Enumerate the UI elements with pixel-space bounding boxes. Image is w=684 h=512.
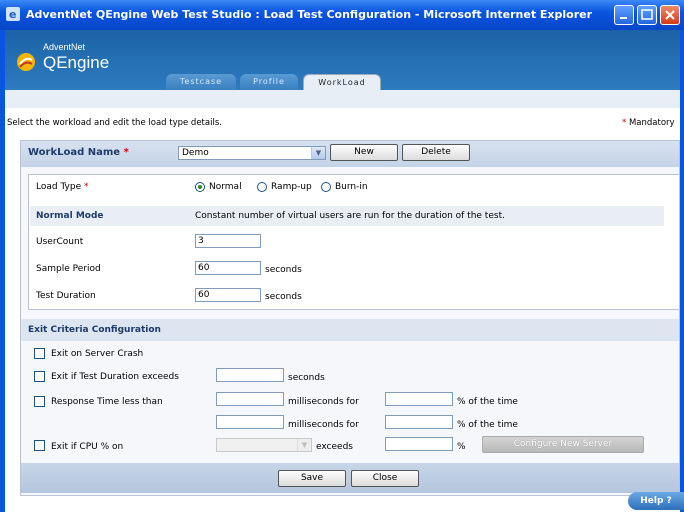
test-duration-label: Test Duration bbox=[36, 291, 96, 301]
response-pct-input-2[interactable] bbox=[385, 415, 453, 429]
user-count-input[interactable]: 3 bbox=[195, 234, 261, 248]
cpu-exceeds-label: exceeds bbox=[316, 442, 353, 452]
window-title-bar: e AdventNet QEngine Web Test Studio : Lo… bbox=[0, 0, 684, 30]
workload-select[interactable]: Demo ▼ bbox=[178, 146, 326, 160]
server-crash-label: Exit on Server Crash bbox=[51, 349, 144, 359]
radio-burn-in[interactable] bbox=[321, 182, 331, 192]
duration-exceeds-unit: seconds bbox=[288, 373, 325, 383]
load-type-section bbox=[28, 174, 680, 310]
workload-name-label: WorkLoad Name * bbox=[28, 147, 129, 158]
cpu-server-select[interactable]: ▼ bbox=[216, 438, 312, 452]
ms-for-label-2: milliseconds for bbox=[288, 420, 359, 430]
maximize-button[interactable] bbox=[637, 5, 657, 25]
close-button[interactable]: Close bbox=[351, 470, 419, 487]
checkbox-response-time[interactable] bbox=[34, 396, 45, 407]
response-ms-input-1[interactable] bbox=[216, 392, 284, 406]
save-button[interactable]: Save bbox=[278, 470, 346, 487]
response-time-label: Response Time less than bbox=[51, 397, 163, 407]
load-type-label: Load Type * bbox=[36, 182, 89, 192]
mode-title: Normal Mode bbox=[36, 211, 104, 221]
maximize-icon bbox=[641, 9, 653, 20]
window-frame-right bbox=[680, 30, 684, 512]
ie-icon: e bbox=[6, 7, 20, 21]
footer-bar bbox=[21, 463, 679, 493]
logo-product: QEngine bbox=[43, 53, 110, 72]
instruction-text: Select the workload and edit the load ty… bbox=[7, 118, 222, 128]
radio-normal[interactable] bbox=[195, 182, 205, 192]
minimize-icon bbox=[620, 17, 627, 19]
response-pct-input-1[interactable] bbox=[385, 392, 453, 406]
duration-exceeds-label: Exit if Test Duration exceeds bbox=[51, 372, 179, 382]
mandatory-note: * Mandatory bbox=[622, 118, 675, 128]
cpu-pct-input[interactable] bbox=[385, 437, 453, 451]
sample-period-input[interactable]: 60 bbox=[195, 261, 261, 275]
duration-exceeds-input[interactable] bbox=[216, 368, 284, 382]
checkbox-duration-exceeds[interactable] bbox=[34, 371, 45, 382]
help-button[interactable]: Help ? bbox=[628, 492, 684, 510]
radio-burn-in-label: Burn-in bbox=[335, 182, 368, 192]
configure-new-server-button[interactable]: Configure New Server bbox=[482, 436, 644, 453]
delete-button[interactable]: Delete bbox=[402, 144, 470, 161]
close-window-button[interactable] bbox=[660, 5, 680, 25]
user-count-label: UserCount bbox=[36, 237, 84, 247]
radio-ramp-up-label: Ramp-up bbox=[271, 182, 312, 192]
pct-time-label-1: % of the time bbox=[457, 397, 518, 407]
tab-profile[interactable]: Profile bbox=[240, 74, 298, 90]
test-duration-unit: seconds bbox=[265, 292, 302, 302]
new-button[interactable]: New bbox=[330, 144, 398, 161]
close-icon bbox=[665, 10, 675, 20]
qengine-logo-icon bbox=[17, 53, 35, 71]
sample-period-label: Sample Period bbox=[36, 264, 101, 274]
chevron-down-icon[interactable]: ▼ bbox=[297, 439, 311, 451]
checkbox-server-crash[interactable] bbox=[34, 348, 45, 359]
cpu-pct-unit: % bbox=[457, 442, 466, 452]
checkbox-cpu[interactable] bbox=[34, 440, 45, 451]
ms-for-label-1: milliseconds for bbox=[288, 397, 359, 407]
chevron-down-icon[interactable]: ▼ bbox=[311, 147, 325, 159]
exit-criteria-title: Exit Criteria Configuration bbox=[28, 325, 161, 335]
test-duration-input[interactable]: 60 bbox=[195, 288, 261, 302]
tab-testcase[interactable]: Testcase bbox=[166, 74, 236, 90]
window-title: AdventNet QEngine Web Test Studio : Load… bbox=[26, 8, 593, 21]
cpu-label: Exit if CPU % on bbox=[51, 442, 124, 452]
pct-time-label-2: % of the time bbox=[457, 420, 518, 430]
logo-company: AdventNet bbox=[43, 42, 86, 52]
svg-text:e: e bbox=[9, 8, 16, 21]
minimize-button[interactable] bbox=[614, 5, 634, 25]
tab-workload[interactable]: WorkLoad bbox=[303, 74, 381, 90]
response-ms-input-2[interactable] bbox=[216, 415, 284, 429]
mode-description: Constant number of virtual users are run… bbox=[195, 211, 505, 221]
tab-strip bbox=[5, 90, 680, 108]
sample-period-unit: seconds bbox=[265, 265, 302, 275]
radio-ramp-up[interactable] bbox=[257, 182, 267, 192]
radio-normal-label: Normal bbox=[209, 182, 242, 192]
